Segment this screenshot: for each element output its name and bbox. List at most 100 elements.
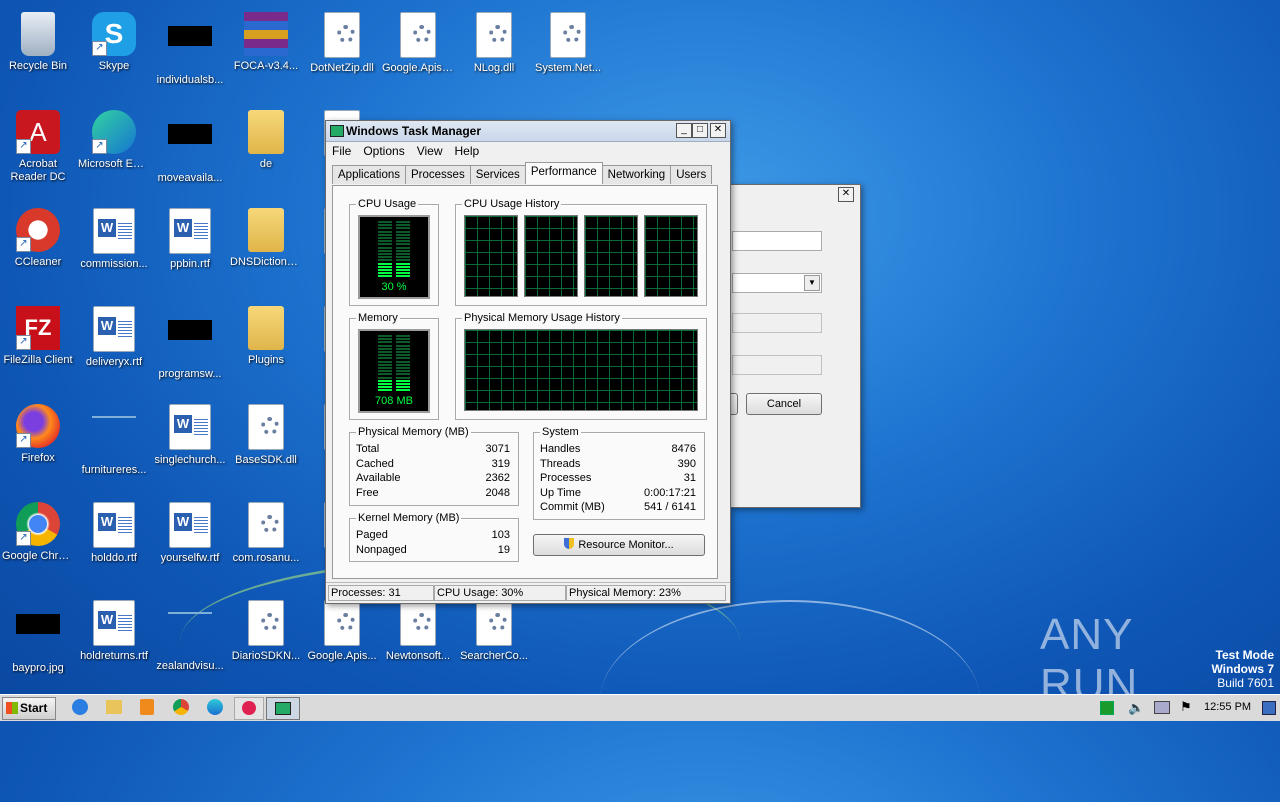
desktop-icon-label: Newtonsoft...: [385, 650, 451, 662]
desktop-icon[interactable]: com.rosanu...: [228, 494, 304, 584]
text-field[interactable]: [732, 313, 822, 333]
desktop-icon[interactable]: individualsb...: [152, 4, 228, 94]
desktop-icon-label: programsw...: [158, 368, 222, 380]
dll-file-icon: [324, 12, 360, 58]
start-button[interactable]: Start: [2, 697, 56, 720]
monitor-icon: [330, 125, 344, 137]
menu-help[interactable]: Help: [455, 142, 486, 158]
speaker-icon[interactable]: 🔈: [1128, 700, 1144, 716]
word-document-icon: W: [93, 306, 135, 352]
background-dialog[interactable]: ✕ ▼ Cancel: [728, 184, 861, 508]
meter-segment: [378, 262, 392, 265]
meter-segment: [378, 233, 392, 236]
tab-processes[interactable]: Processes: [405, 165, 471, 184]
desktop-icon[interactable]: Recycle Bin: [0, 4, 76, 94]
desktop-icon[interactable]: NLog.dll: [456, 4, 532, 94]
system-title: System: [540, 426, 581, 438]
meter-segment: [396, 262, 410, 265]
dll-file-icon: [550, 12, 586, 58]
dll-file-icon: [248, 502, 284, 548]
desktop-icon[interactable]: furnitureres...: [76, 396, 152, 486]
desktop-icon[interactable]: Plugins: [228, 298, 304, 388]
desktop-icon-label: System.Net...: [534, 62, 602, 74]
internet-explorer-icon[interactable]: [72, 699, 88, 715]
desktop-icon[interactable]: ↗ CCleaner: [0, 200, 76, 290]
tab-users[interactable]: Users: [670, 165, 713, 184]
desktop-icon[interactable]: SearcherCo...: [456, 592, 532, 682]
tab-services[interactable]: Services: [469, 165, 526, 184]
close-button[interactable]: ✕: [710, 123, 726, 138]
desktop-icon[interactable]: Wyourselfw.rtf: [152, 494, 228, 584]
minimize-button[interactable]: _: [676, 123, 692, 138]
desktop-icon[interactable]: DNSDictionary: [228, 200, 304, 290]
menu-options[interactable]: Options: [363, 142, 410, 158]
desktop-icon[interactable]: S ↗ Skype: [76, 4, 152, 94]
menu-view[interactable]: View: [417, 142, 449, 158]
title-bar[interactable]: Windows Task Manager _ □ ✕: [326, 121, 730, 142]
show-desktop-button[interactable]: [1262, 701, 1276, 715]
desktop-icon[interactable]: ↗ Google Chrome: [0, 494, 76, 584]
shortcut-arrow-icon: ↗: [92, 139, 107, 154]
desktop-icon[interactable]: ↗ Firefox: [0, 396, 76, 486]
clock[interactable]: 12:55 PM: [1204, 701, 1251, 713]
desktop-icon[interactable]: Wdeliveryx.rtf: [76, 298, 152, 388]
desktop-icon-label: singlechurch...: [154, 454, 226, 466]
close-button[interactable]: ✕: [838, 187, 854, 202]
network-status-icon[interactable]: [1100, 701, 1114, 715]
memory-group: Memory 708 MB: [349, 312, 439, 420]
menu-file[interactable]: File: [332, 142, 357, 158]
meter-segment: [378, 338, 392, 341]
desktop-icon[interactable]: ↗ Microsoft Edge: [76, 102, 152, 192]
tab-applications[interactable]: Applications: [332, 165, 407, 184]
display-icon[interactable]: [1154, 701, 1170, 714]
action-center-flag-icon[interactable]: ⚑: [1180, 699, 1192, 715]
cpu-history-title: CPU Usage History: [462, 198, 562, 210]
desktop-icon-label: Google Chrome: [2, 550, 76, 562]
desktop-icon[interactable]: programsw...: [152, 298, 228, 388]
meter-segment: [396, 265, 410, 268]
explorer-icon[interactable]: [106, 700, 122, 714]
tab-networking[interactable]: Networking: [601, 165, 672, 184]
desktop-icon[interactable]: DotNetZip.dll: [304, 4, 380, 94]
meter-segment: [396, 373, 410, 376]
desktop-icon[interactable]: Google.Apis.dll: [380, 4, 456, 94]
stat-value: 2362: [485, 472, 510, 484]
meter-segment: [378, 347, 392, 350]
desktop-icon[interactable]: FZ ↗ FileZilla Client: [0, 298, 76, 388]
resource-monitor-button[interactable]: Resource Monitor...: [533, 534, 705, 556]
desktop-icon[interactable]: Google.Apis...: [304, 592, 380, 682]
maximize-button[interactable]: □: [692, 123, 708, 138]
desktop-icon[interactable]: DiarioSDKN...: [228, 592, 304, 682]
desktop-icon[interactable]: Newtonsoft...: [380, 592, 456, 682]
media-player-icon[interactable]: [140, 699, 154, 715]
desktop-icon[interactable]: A ↗ Acrobat Reader DC: [0, 102, 76, 192]
stat-row-available: Available 2362: [356, 472, 510, 486]
cancel-button[interactable]: Cancel: [746, 393, 822, 415]
desktop-icon[interactable]: de: [228, 102, 304, 192]
desktop-icon[interactable]: Wsinglechurch...: [152, 396, 228, 486]
cpu-usage-value: 30 %: [381, 281, 407, 293]
desktop-icon[interactable]: BaseSDK.dll: [228, 396, 304, 486]
meter-segment: [396, 249, 410, 252]
desktop-icon[interactable]: Wholdreturns.rtf: [76, 592, 152, 682]
dropdown[interactable]: ▼: [732, 273, 822, 293]
chrome-icon[interactable]: [173, 699, 189, 715]
text-field[interactable]: [732, 231, 822, 251]
text-field[interactable]: [732, 355, 822, 375]
task-manager-window[interactable]: Windows Task Manager _ □ ✕ File Options Vi…: [325, 120, 731, 604]
desktop-icon[interactable]: moveavaila...: [152, 102, 228, 192]
meter-segment: [378, 363, 392, 366]
desktop-icon[interactable]: zealandvisu...: [152, 592, 228, 682]
app-icon[interactable]: [234, 697, 264, 720]
desktop-icon[interactable]: Wcommission...: [76, 200, 152, 290]
desktop-icon[interactable]: Wppbin.rtf: [152, 200, 228, 290]
desktop-icon[interactable]: baypro.jpg: [0, 592, 76, 682]
desktop-icon[interactable]: System.Net...: [530, 4, 606, 94]
desktop-icon[interactable]: Wholddo.rtf: [76, 494, 152, 584]
edge-icon[interactable]: [207, 699, 223, 715]
tab-performance[interactable]: Performance: [524, 162, 603, 184]
task-manager-taskbar-button[interactable]: [266, 697, 300, 720]
word-document-icon: W: [169, 502, 211, 548]
watermark-line-2: Windows 7: [1211, 662, 1274, 676]
desktop-icon[interactable]: FOCA-v3.4...: [228, 4, 304, 94]
